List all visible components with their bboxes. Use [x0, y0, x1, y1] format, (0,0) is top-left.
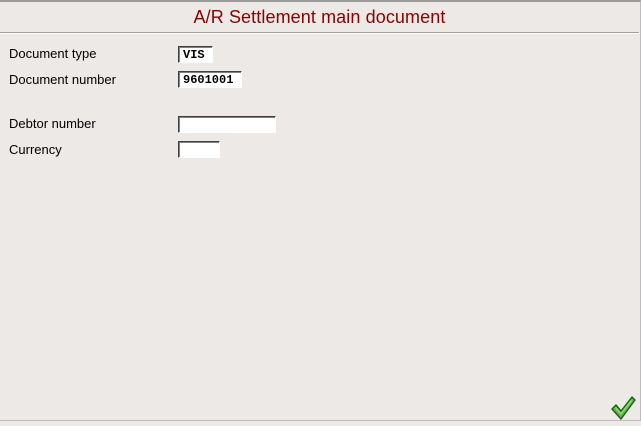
debtor-number-field[interactable]	[178, 116, 276, 133]
checkmark-icon	[611, 396, 636, 420]
currency-label: Currency	[9, 142, 62, 157]
settlement-window: A/R Settlement main document Document ty…	[0, 0, 641, 421]
currency-field[interactable]	[178, 141, 220, 158]
document-number-field[interactable]: 9601001	[178, 71, 242, 88]
title-bar: A/R Settlement main document	[0, 2, 639, 33]
debtor-number-label: Debtor number	[9, 116, 96, 131]
page-title: A/R Settlement main document	[193, 7, 446, 27]
document-type-label: Document type	[9, 46, 97, 61]
document-type-field[interactable]: VIS	[178, 46, 213, 63]
document-number-label: Document number	[9, 72, 116, 87]
ok-button[interactable]	[610, 395, 636, 421]
